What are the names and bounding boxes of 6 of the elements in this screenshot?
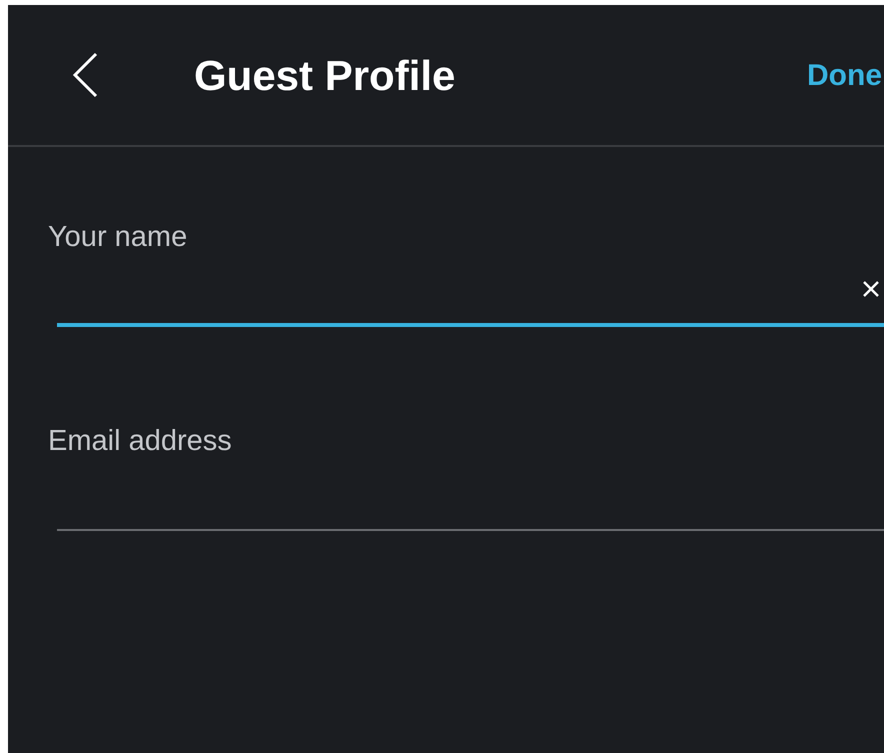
screen-title: Guest Profile	[194, 50, 456, 100]
back-icon	[72, 52, 98, 98]
field-label: Your name	[48, 220, 188, 255]
field-label: Email address	[48, 424, 233, 459]
clear-icon[interactable]	[862, 280, 880, 298]
done-button[interactable]: Done	[807, 52, 882, 98]
